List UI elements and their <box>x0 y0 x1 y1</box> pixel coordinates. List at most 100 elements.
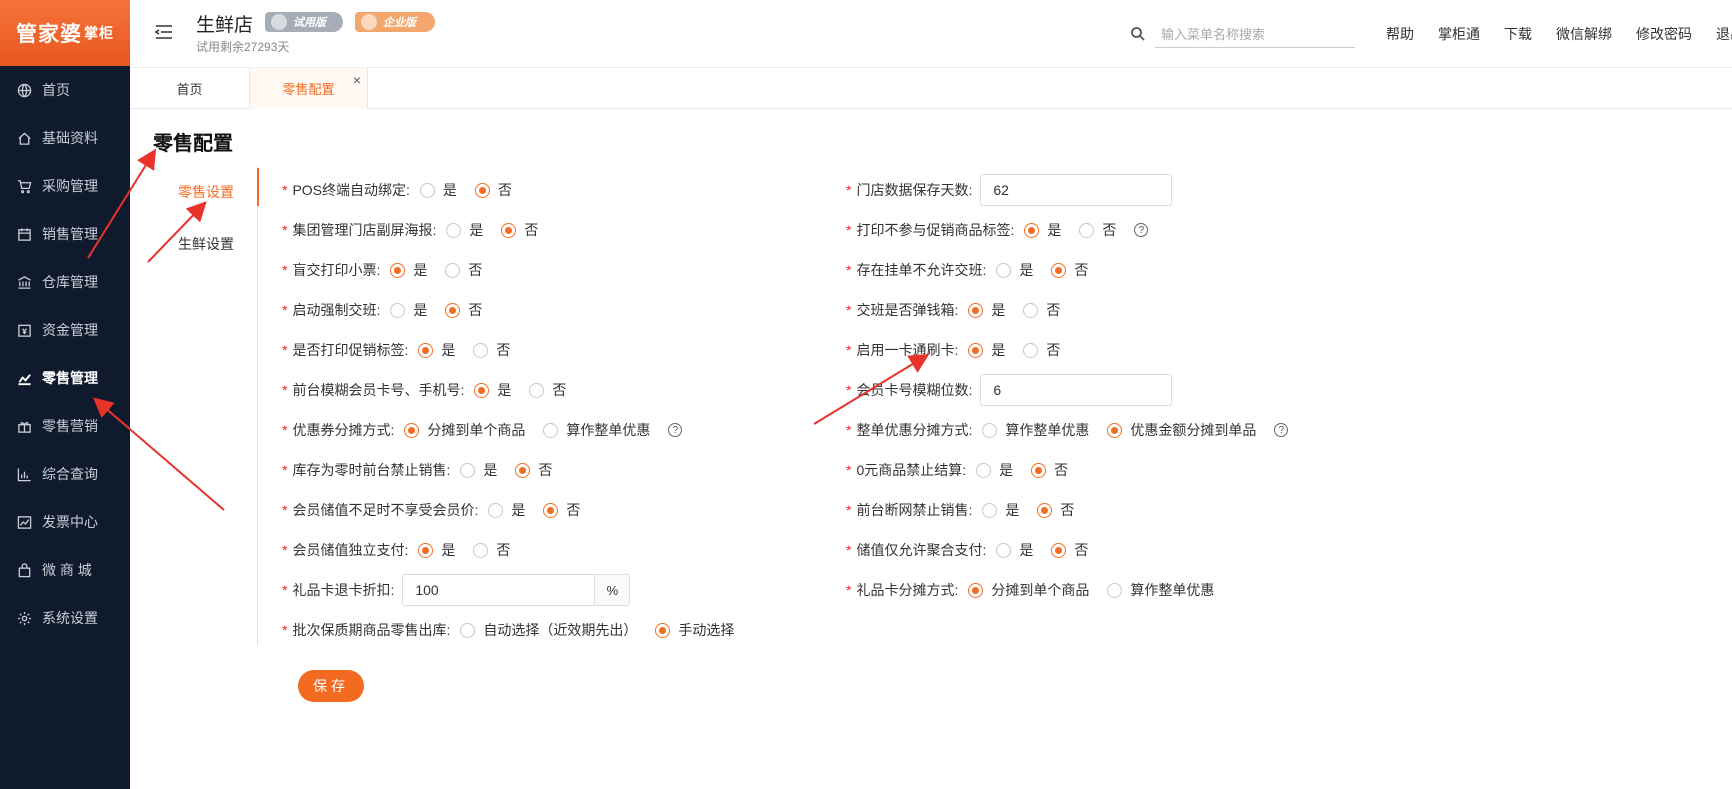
radio-button[interactable] <box>1107 422 1123 438</box>
header-link[interactable]: 帮助 <box>1386 24 1414 44</box>
header-link[interactable]: 退出 <box>1716 24 1732 44</box>
radio-button[interactable] <box>543 422 559 438</box>
radio-button[interactable] <box>418 542 434 558</box>
sidebar-item[interactable]: 零售营销 <box>0 402 130 450</box>
radio-option[interactable]: 是 <box>418 540 455 560</box>
header-link[interactable]: 修改密码 <box>1636 24 1692 44</box>
sidebar-item[interactable]: 基础资料 <box>0 114 130 162</box>
radio-button[interactable] <box>968 582 984 598</box>
radio-button[interactable] <box>996 542 1012 558</box>
sidebar-item[interactable]: 综合查询 <box>0 450 130 498</box>
close-icon[interactable]: × <box>353 72 361 88</box>
radio-button[interactable] <box>976 462 992 478</box>
menu-toggle-icon[interactable] <box>154 22 174 42</box>
search-icon[interactable] <box>1130 26 1146 42</box>
radio-option[interactable]: 分摊到单个商品 <box>968 580 1089 600</box>
radio-button[interactable] <box>1079 222 1095 238</box>
help-icon[interactable]: ? <box>1274 423 1289 437</box>
sidebar-item[interactable]: 微 商 城 <box>0 546 130 594</box>
radio-button[interactable] <box>488 502 504 518</box>
radio-option[interactable]: 是 <box>996 540 1033 560</box>
radio-button[interactable] <box>460 462 476 478</box>
sub-nav-item[interactable]: 生鲜设置 <box>153 218 257 270</box>
radio-button[interactable] <box>390 262 406 278</box>
radio-button[interactable] <box>404 422 420 438</box>
radio-button[interactable] <box>1037 502 1053 518</box>
radio-option[interactable]: 算作整单优惠 <box>1107 580 1214 600</box>
tab-retail-config[interactable]: 零售配置 × <box>250 68 368 109</box>
help-icon[interactable]: ? <box>1134 223 1149 237</box>
radio-option[interactable]: 算作整单优惠 <box>982 420 1089 440</box>
number-input[interactable] <box>980 174 1173 206</box>
radio-option[interactable]: 是 <box>1024 220 1061 240</box>
header-link[interactable]: 下载 <box>1504 24 1532 44</box>
radio-option[interactable]: 是 <box>474 380 511 400</box>
radio-button[interactable] <box>501 222 517 238</box>
save-button[interactable]: 保存 <box>298 670 364 702</box>
sidebar-item[interactable]: 采购管理 <box>0 162 130 210</box>
radio-option[interactable]: 否 <box>501 220 538 240</box>
radio-option[interactable]: 是 <box>968 340 1005 360</box>
radio-option[interactable]: 否 <box>1079 220 1116 240</box>
app-logo[interactable]: 管家婆 掌柜 <box>0 0 130 66</box>
radio-button[interactable] <box>474 182 490 198</box>
sidebar-item[interactable]: 资金管理 <box>0 306 130 354</box>
radio-option[interactable]: 自动选择（近效期先出） <box>460 620 637 640</box>
radio-button[interactable] <box>982 502 998 518</box>
radio-option[interactable]: 手动选择 <box>655 620 734 640</box>
radio-button[interactable] <box>968 302 984 318</box>
radio-option[interactable]: 否 <box>529 380 566 400</box>
radio-button[interactable] <box>390 302 406 318</box>
radio-button[interactable] <box>1051 542 1067 558</box>
radio-option[interactable]: 是 <box>982 500 1019 520</box>
radio-option[interactable]: 是 <box>460 460 497 480</box>
radio-option[interactable]: 否 <box>1031 460 1068 480</box>
radio-option[interactable]: 是 <box>418 340 455 360</box>
radio-option[interactable]: 是 <box>488 500 525 520</box>
radio-button[interactable] <box>1023 342 1039 358</box>
sidebar-item[interactable]: 零售管理 <box>0 354 130 402</box>
radio-button[interactable] <box>1107 582 1123 598</box>
radio-button[interactable] <box>445 262 461 278</box>
radio-button[interactable] <box>473 542 489 558</box>
radio-button[interactable] <box>529 382 545 398</box>
radio-button[interactable] <box>460 622 476 638</box>
radio-button[interactable] <box>1023 302 1039 318</box>
radio-option[interactable]: 否 <box>474 180 512 200</box>
radio-option[interactable]: 否 <box>1051 540 1088 560</box>
radio-button[interactable] <box>996 262 1012 278</box>
radio-button[interactable] <box>515 462 531 478</box>
radio-option[interactable]: 是 <box>446 220 483 240</box>
radio-option[interactable]: 否 <box>1037 500 1074 520</box>
radio-option[interactable]: 否 <box>1051 260 1088 280</box>
radio-button[interactable] <box>445 302 461 318</box>
header-link[interactable]: 掌柜通 <box>1438 24 1480 44</box>
radio-button[interactable] <box>474 382 490 398</box>
radio-option[interactable]: 优惠金额分摊到单品 <box>1107 420 1256 440</box>
sub-nav-item[interactable]: 零售设置 <box>153 166 259 218</box>
radio-option[interactable]: 否 <box>1023 300 1060 320</box>
radio-option[interactable]: 分摊到单个商品 <box>404 420 525 440</box>
radio-option[interactable]: 是 <box>976 460 1013 480</box>
radio-option[interactable]: 否 <box>1023 340 1060 360</box>
header-link[interactable]: 微信解绑 <box>1556 24 1612 44</box>
tab-home[interactable]: 首页 <box>130 68 250 109</box>
radio-option[interactable]: 是 <box>968 300 1005 320</box>
radio-option[interactable]: 是 <box>996 260 1033 280</box>
radio-button[interactable] <box>446 222 462 238</box>
radio-option[interactable]: 否 <box>445 300 482 320</box>
number-input[interactable] <box>980 374 1173 406</box>
discount-input[interactable] <box>402 574 595 606</box>
radio-button[interactable] <box>1024 222 1040 238</box>
radio-button[interactable] <box>1031 462 1047 478</box>
radio-option[interactable]: 否 <box>445 260 482 280</box>
radio-option[interactable]: 否 <box>543 500 580 520</box>
radio-button[interactable] <box>418 342 434 358</box>
radio-button[interactable] <box>982 422 998 438</box>
sidebar-item[interactable]: 首页 <box>0 66 130 114</box>
radio-button[interactable] <box>473 342 489 358</box>
radio-option[interactable]: 否 <box>473 340 510 360</box>
radio-option[interactable]: 是 <box>390 300 427 320</box>
radio-button[interactable] <box>543 502 559 518</box>
radio-button[interactable] <box>968 342 984 358</box>
